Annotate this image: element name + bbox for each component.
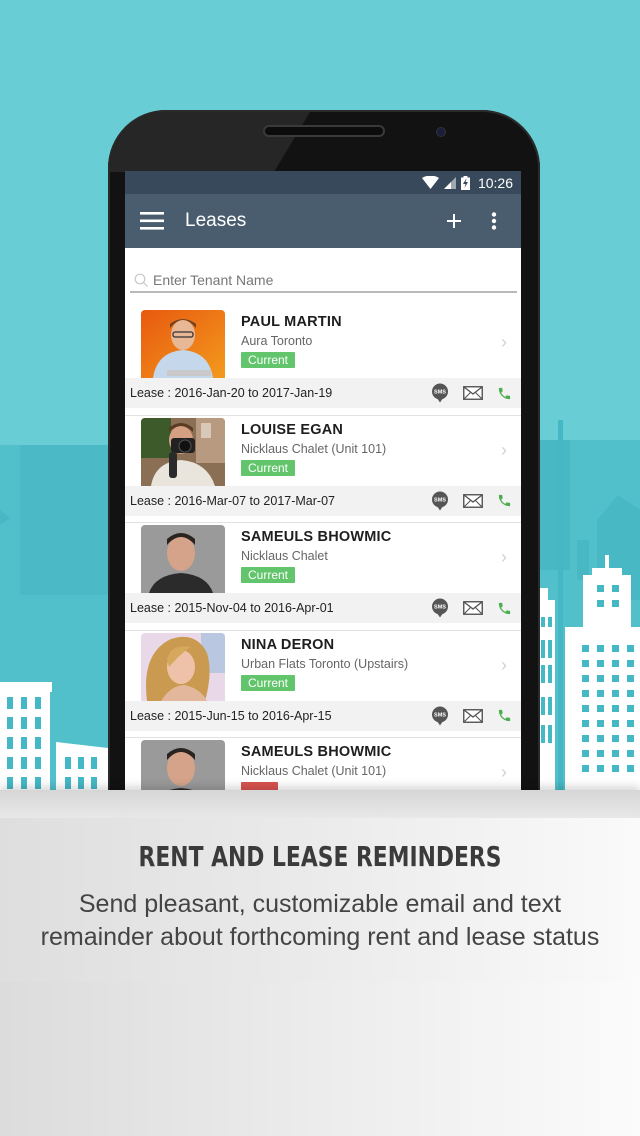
tenant-search[interactable] xyxy=(130,268,517,293)
lease-dates: Lease : 2016-Jan-20 to 2017-Jan-19 xyxy=(130,386,333,400)
sms-icon: SMS xyxy=(432,383,448,403)
sms-button[interactable]: SMS xyxy=(431,706,449,726)
caption-divider xyxy=(0,790,640,818)
caption-line-2: remainder about forthcoming rent and lea… xyxy=(40,923,600,951)
phone-icon xyxy=(498,709,511,722)
email-button[interactable] xyxy=(463,708,483,723)
tenant-name: SAMEULS BHOWMIC xyxy=(241,529,392,545)
caption-line-1: Send pleasant, customizable email and te… xyxy=(78,890,562,918)
property-name: Urban Flats Toronto (Upstairs) xyxy=(241,656,409,671)
hamburger-menu-icon[interactable] xyxy=(139,208,165,234)
app-screen: 10:26 Leases PAUL MARTIN Aura Toronto xyxy=(125,171,521,811)
tenant-avatar xyxy=(141,310,225,378)
tenant-name: NINA DERON xyxy=(241,636,335,653)
lease-dates: Lease : 2016-Mar-07 to 2017-Mar-07 xyxy=(130,493,335,508)
status-badge: Current xyxy=(241,459,296,476)
sms-icon: SMS xyxy=(432,491,448,510)
phone-camera xyxy=(437,128,445,136)
status-badge: Current xyxy=(241,567,296,583)
app-bar: Leases xyxy=(125,194,521,248)
lease-list: PAUL MARTIN Aura Toronto Current › Lease… xyxy=(125,308,521,811)
property-name: Nicklaus Chalet (Unit 101) xyxy=(241,764,387,778)
phone-icon xyxy=(498,387,511,399)
tenant-name: SAMEULS BHOWMIC xyxy=(241,744,392,760)
add-lease-button[interactable] xyxy=(441,208,467,234)
sms-icon: SMS xyxy=(432,598,448,618)
tenant-avatar xyxy=(141,417,225,486)
tenant-name: PAUL MARTIN xyxy=(241,314,342,330)
email-icon xyxy=(463,601,483,615)
svg-text:SMS: SMS xyxy=(434,390,446,396)
email-icon xyxy=(463,708,483,723)
call-button[interactable] xyxy=(497,386,512,401)
search-icon xyxy=(134,273,148,287)
phone-icon xyxy=(498,602,511,614)
svg-text:SMS: SMS xyxy=(434,712,446,718)
lease-dates: Lease : 2015-Jun-15 to 2016-Apr-15 xyxy=(130,708,332,723)
call-button[interactable] xyxy=(497,493,512,508)
chevron-right-icon: › xyxy=(501,332,507,352)
call-button[interactable] xyxy=(497,601,512,616)
lease-list-item[interactable]: NINA DERON Urban Flats Toronto (Upstairs… xyxy=(125,631,521,738)
svg-text:SMS: SMS xyxy=(434,497,446,503)
email-button[interactable] xyxy=(463,601,483,615)
property-name: Nicklaus Chalet (Unit 101) xyxy=(241,441,387,456)
email-button[interactable] xyxy=(463,493,483,508)
status-badge: Current xyxy=(241,674,296,691)
email-icon xyxy=(463,386,483,400)
status-bar: 10:26 xyxy=(125,171,521,194)
caption-title: RENT AND LEASE REMINDERS xyxy=(138,840,502,873)
tenant-avatar xyxy=(141,632,225,701)
chevron-right-icon: › xyxy=(501,439,507,460)
email-button[interactable] xyxy=(463,386,483,400)
status-badge: Current xyxy=(241,352,296,368)
property-name: Nicklaus Chalet xyxy=(241,549,328,563)
more-vert-icon xyxy=(491,212,497,230)
sms-button[interactable]: SMS xyxy=(431,491,449,511)
phone-icon xyxy=(498,494,511,507)
tenant-name: LOUISE EGAN xyxy=(241,421,344,438)
page-title: Leases xyxy=(185,210,247,231)
battery-charging-icon xyxy=(460,175,470,190)
lease-list-item[interactable]: SAMEULS BHOWMIC Nicklaus Chalet Current … xyxy=(125,523,521,631)
more-options-button[interactable] xyxy=(481,208,507,234)
sms-icon: SMS xyxy=(432,706,448,725)
lease-list-item[interactable]: PAUL MARTIN Aura Toronto Current › Lease… xyxy=(125,308,521,416)
sms-button[interactable]: SMS xyxy=(431,383,449,403)
caption-description: Send pleasant, customizable email and te… xyxy=(0,888,640,954)
svg-text:SMS: SMS xyxy=(434,605,446,611)
lease-list-item[interactable]: LOUISE EGAN Nicklaus Chalet (Unit 101) C… xyxy=(125,416,521,523)
footer-area xyxy=(0,982,640,1136)
phone-speaker xyxy=(263,125,385,137)
email-icon xyxy=(463,493,483,508)
tenant-search-input[interactable] xyxy=(153,271,517,288)
chevron-right-icon: › xyxy=(501,654,507,675)
wifi-icon xyxy=(421,176,439,189)
clock: 10:26 xyxy=(477,174,513,191)
chevron-right-icon: › xyxy=(501,762,507,782)
sms-button[interactable]: SMS xyxy=(431,598,449,618)
tenant-avatar xyxy=(141,525,225,593)
call-button[interactable] xyxy=(497,708,512,723)
property-name: Aura Toronto xyxy=(241,334,313,348)
plus-icon xyxy=(447,214,461,228)
lease-dates: Lease : 2015-Nov-04 to 2016-Apr-01 xyxy=(130,601,334,615)
feature-caption: RENT AND LEASE REMINDERS Send pleasant, … xyxy=(0,790,640,982)
cellular-signal-icon xyxy=(443,176,456,189)
chevron-right-icon: › xyxy=(501,547,507,567)
